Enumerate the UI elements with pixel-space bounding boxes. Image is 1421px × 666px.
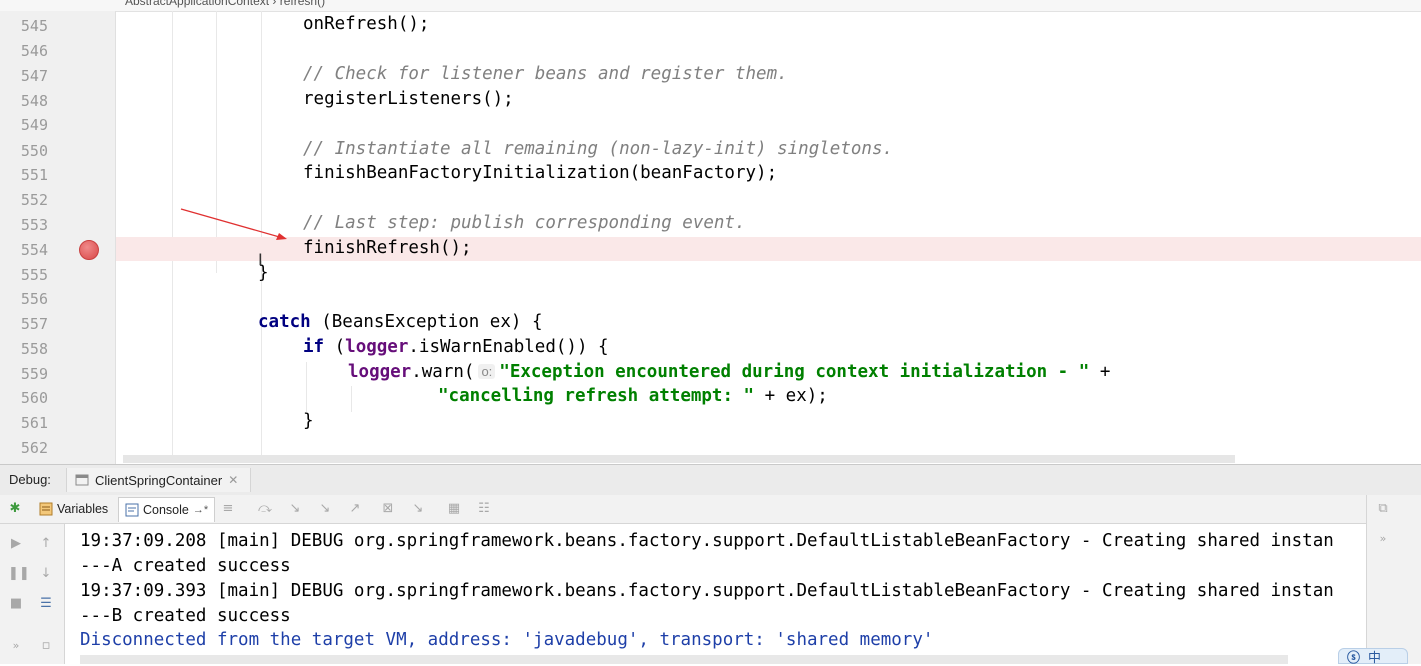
more-icon[interactable]: » [1375,531,1391,547]
down-arrow-icon[interactable]: ↓ [38,566,54,582]
show-execution-point-icon[interactable]: ≡ [220,501,236,517]
session-tab-label: ClientSpringContainer [95,472,223,488]
annotation-arrow-icon [180,208,287,240]
resume-icon[interactable]: ▶ [8,536,24,552]
variables-icon [39,502,53,516]
code-editor[interactable]: AbstractApplicationContext › refresh() 5… [0,0,1421,464]
tab-console[interactable]: Console →* [118,497,216,522]
debug-toolbar: ✱ Variables Console →* ≡ ⤼ ↘ ↘ ↗ ⊠ ↘ ▦ ☷ [0,495,1421,524]
debug-session-tab[interactable]: ClientSpringContainer ✕ [66,468,252,492]
tab-variables[interactable]: Variables [33,497,114,521]
step-out-icon[interactable]: ↗ [347,501,363,517]
ime-language: 中 [1368,650,1382,666]
close-icon[interactable]: ✕ [228,473,238,487]
console-icon [125,503,139,517]
more-actions-icon[interactable]: » [8,638,24,654]
clear-icon[interactable]: ▫ [38,638,54,654]
console-line: 19:37:09.393 [main] DEBUG org.springfram… [80,581,1334,601]
up-arrow-icon[interactable]: ↑ [38,536,54,552]
debug-right-strip: ⧉ » [1366,495,1421,664]
stop-icon[interactable]: ■ [8,596,24,612]
step-into-icon[interactable]: ↘ [287,501,303,517]
console-line: ---B created success [80,606,291,626]
debug-actions-strip: ▶ ↑ ❚❚ ↓ ■ ☰ » ▫ [0,524,65,664]
drop-frame-icon[interactable]: ⊠ [380,501,396,517]
restore-layout-icon[interactable]: ⧉ [1375,501,1391,517]
trace-icon[interactable]: ☷ [476,501,492,517]
evaluate-expression-icon[interactable]: ▦ [446,501,462,517]
tab-console-label: Console [143,503,189,517]
ime-logo-icon: ⓢ [1347,650,1361,666]
run-to-cursor-icon[interactable]: ↘ [410,501,426,517]
console-line: ---A created success [80,556,291,576]
step-over-icon[interactable]: ⤼ [257,501,273,517]
console-line-disconnected: Disconnected from the target VM, address… [80,630,934,650]
run-config-icon [75,474,89,486]
force-step-into-icon[interactable]: ↘ [317,501,333,517]
editor-horizontal-scrollbar[interactable] [123,455,1235,463]
pause-icon[interactable]: ❚❚ [8,566,30,582]
tab-variables-label: Variables [57,502,109,516]
console-horizontal-scrollbar[interactable] [80,655,1288,664]
debug-tool-window-header: Debug: ClientSpringContainer ✕ [0,464,1421,496]
ime-indicator[interactable]: ⓢ 中 [1338,648,1408,666]
debug-bug-icon[interactable]: ✱ [7,501,23,517]
debug-label: Debug: [9,472,51,487]
console-output[interactable]: 19:37:09.208 [main] DEBUG org.springfram… [65,524,1366,664]
pin-arrow-icon: →* [192,504,209,516]
soft-wrap-icon[interactable]: ☰ [38,596,54,612]
console-line: 19:37:09.208 [main] DEBUG org.springfram… [80,531,1334,551]
